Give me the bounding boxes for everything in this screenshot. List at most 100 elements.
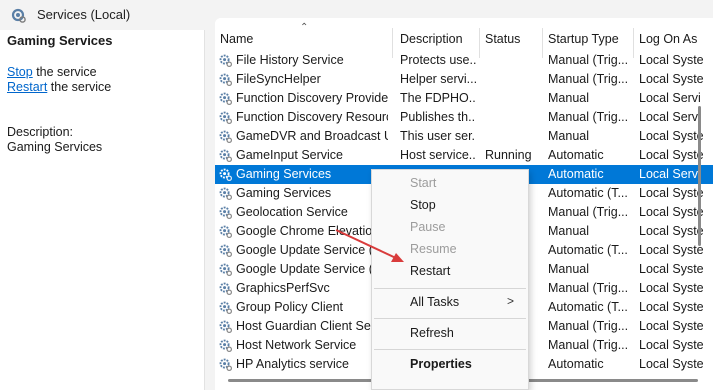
cell-startup: Automatic	[548, 167, 604, 181]
column-header-log-on-as[interactable]: Log On As	[639, 32, 697, 46]
menu-separator	[374, 349, 526, 350]
service-gear-icon	[219, 149, 233, 163]
menu-separator	[374, 318, 526, 319]
cell-startup: Manual (Trig...	[548, 72, 629, 86]
service-gear-icon	[219, 339, 233, 353]
menu-item-stop-label: Stop	[410, 198, 436, 212]
stop-action: Stop the service	[7, 65, 97, 79]
table-row[interactable]: GameInput Service Host service... Running A…	[215, 146, 713, 165]
cell-description: Protects use...	[400, 53, 476, 67]
cell-startup: Automatic	[548, 357, 604, 371]
column-header-name[interactable]: Name	[220, 32, 253, 46]
menu-item-refresh[interactable]: Refresh	[372, 323, 528, 345]
table-row[interactable]: Function Discovery Resourc... Publishes t…	[215, 108, 713, 127]
cell-description: The FDPHO...	[400, 91, 476, 105]
menu-separator	[374, 288, 526, 289]
menu-item-pause-label: Pause	[410, 220, 446, 234]
cell-name: Host Network Service	[236, 338, 357, 352]
cell-name: Function Discovery Provide...	[236, 91, 388, 105]
cell-name: Gaming Services	[236, 167, 332, 181]
sort-ascending-icon: ⌃	[300, 22, 309, 33]
cell-startup: Automatic (T...	[548, 243, 628, 257]
cell-startup: Automatic (T...	[548, 300, 628, 314]
cell-name: Group Policy Client	[236, 300, 343, 314]
cell-description: Publishes th...	[400, 110, 476, 124]
service-gear-icon	[219, 244, 233, 258]
context-menu: Start Stop Pause Resume Restart All Task…	[371, 169, 529, 390]
column-header-startup-type[interactable]: Startup Type	[548, 32, 619, 46]
cell-status: Running	[485, 148, 532, 162]
service-gear-icon	[219, 263, 233, 277]
cell-name: GameInput Service	[236, 148, 343, 162]
menu-item-refresh-label: Refresh	[410, 326, 454, 340]
table-row[interactable]: File History Service Protects use... Manua…	[215, 51, 713, 70]
menu-item-start[interactable]: Start	[372, 173, 528, 195]
service-gear-icon	[219, 301, 233, 315]
cell-name: Host Guardian Client Serv	[236, 319, 382, 333]
submenu-chevron-icon: >	[506, 294, 514, 308]
cell-startup: Manual (Trig...	[548, 338, 629, 352]
service-gear-icon	[219, 130, 233, 144]
pane-divider	[205, 18, 215, 390]
service-gear-icon	[219, 320, 233, 334]
cell-startup: Manual	[548, 129, 589, 143]
cell-name: Geolocation Service	[236, 205, 348, 219]
service-gear-icon	[219, 168, 233, 182]
column-header-status[interactable]: Status	[485, 32, 520, 46]
menu-item-resume-label: Resume	[410, 242, 457, 256]
service-gear-icon	[219, 225, 233, 239]
service-gear-icon	[219, 92, 233, 106]
services-gear-icon	[11, 8, 26, 23]
cell-name: Function Discovery Resourc...	[236, 110, 388, 124]
stop-action-suffix: the service	[32, 65, 97, 79]
vertical-scrollbar[interactable]	[693, 46, 707, 366]
cell-startup: Manual (Trig...	[548, 319, 629, 333]
cell-description: This user ser...	[400, 129, 476, 143]
cell-startup: Automatic (T...	[548, 186, 628, 200]
column-header-description[interactable]: Description	[400, 32, 463, 46]
cell-name: File History Service	[236, 53, 344, 67]
restart-service-link[interactable]: Restart	[7, 80, 47, 94]
service-gear-icon	[219, 73, 233, 87]
cell-startup: Automatic	[548, 148, 604, 162]
restart-action: Restart the service	[7, 80, 111, 94]
menu-item-pause[interactable]: Pause	[372, 217, 528, 239]
table-row[interactable]: FileSyncHelper Helper servi... Manual (Tri…	[215, 70, 713, 89]
cell-name: Gaming Services	[236, 186, 332, 200]
cell-startup: Manual (Trig...	[548, 53, 629, 67]
cell-name: GameDVR and Broadcast Us...	[236, 129, 388, 143]
restart-action-suffix: the service	[47, 80, 112, 94]
table-row[interactable]: GameDVR and Broadcast Us... This user ser…	[215, 127, 713, 146]
menu-item-start-label: Start	[410, 176, 437, 190]
service-gear-icon	[219, 358, 233, 372]
selected-service-title: Gaming Services	[7, 33, 113, 48]
cell-startup: Manual	[548, 262, 589, 276]
extended-details-pane: Gaming Services Stop the service Restart…	[0, 30, 205, 390]
cell-name: HP Analytics service	[236, 357, 350, 371]
menu-item-properties[interactable]: Properties	[372, 354, 528, 376]
service-gear-icon	[219, 187, 233, 201]
cell-name: Google Update Service (gu	[236, 262, 387, 276]
cell-startup: Manual (Trig...	[548, 205, 629, 219]
cell-name: FileSyncHelper	[236, 72, 321, 86]
menu-item-stop[interactable]: Stop	[372, 195, 528, 217]
stop-service-link[interactable]: Stop	[7, 65, 33, 79]
menu-item-all-tasks-label: All Tasks	[410, 295, 460, 309]
cell-name: Google Update Service (gu	[236, 243, 387, 257]
cell-name: GraphicsPerfSvc	[236, 281, 330, 295]
menu-item-all-tasks[interactable]: All Tasks >	[372, 292, 528, 314]
table-row[interactable]: Function Discovery Provide... The FDPHO..…	[215, 89, 713, 108]
description-text: Gaming Services	[7, 140, 103, 154]
cell-startup: Manual (Trig...	[548, 110, 629, 124]
cell-name: Google Chrome Elevation	[236, 224, 380, 238]
service-gear-icon	[219, 282, 233, 296]
cell-startup: Manual	[548, 91, 589, 105]
vertical-scroll-thumb[interactable]	[698, 106, 701, 246]
cell-description: Helper servi...	[400, 72, 476, 86]
menu-item-restart-label: Restart	[410, 264, 451, 278]
menu-item-resume[interactable]: Resume	[372, 239, 528, 261]
cell-startup: Manual	[548, 224, 589, 238]
description-label: Description:	[7, 125, 73, 139]
service-gear-icon	[219, 206, 233, 220]
menu-item-restart[interactable]: Restart	[372, 261, 528, 283]
